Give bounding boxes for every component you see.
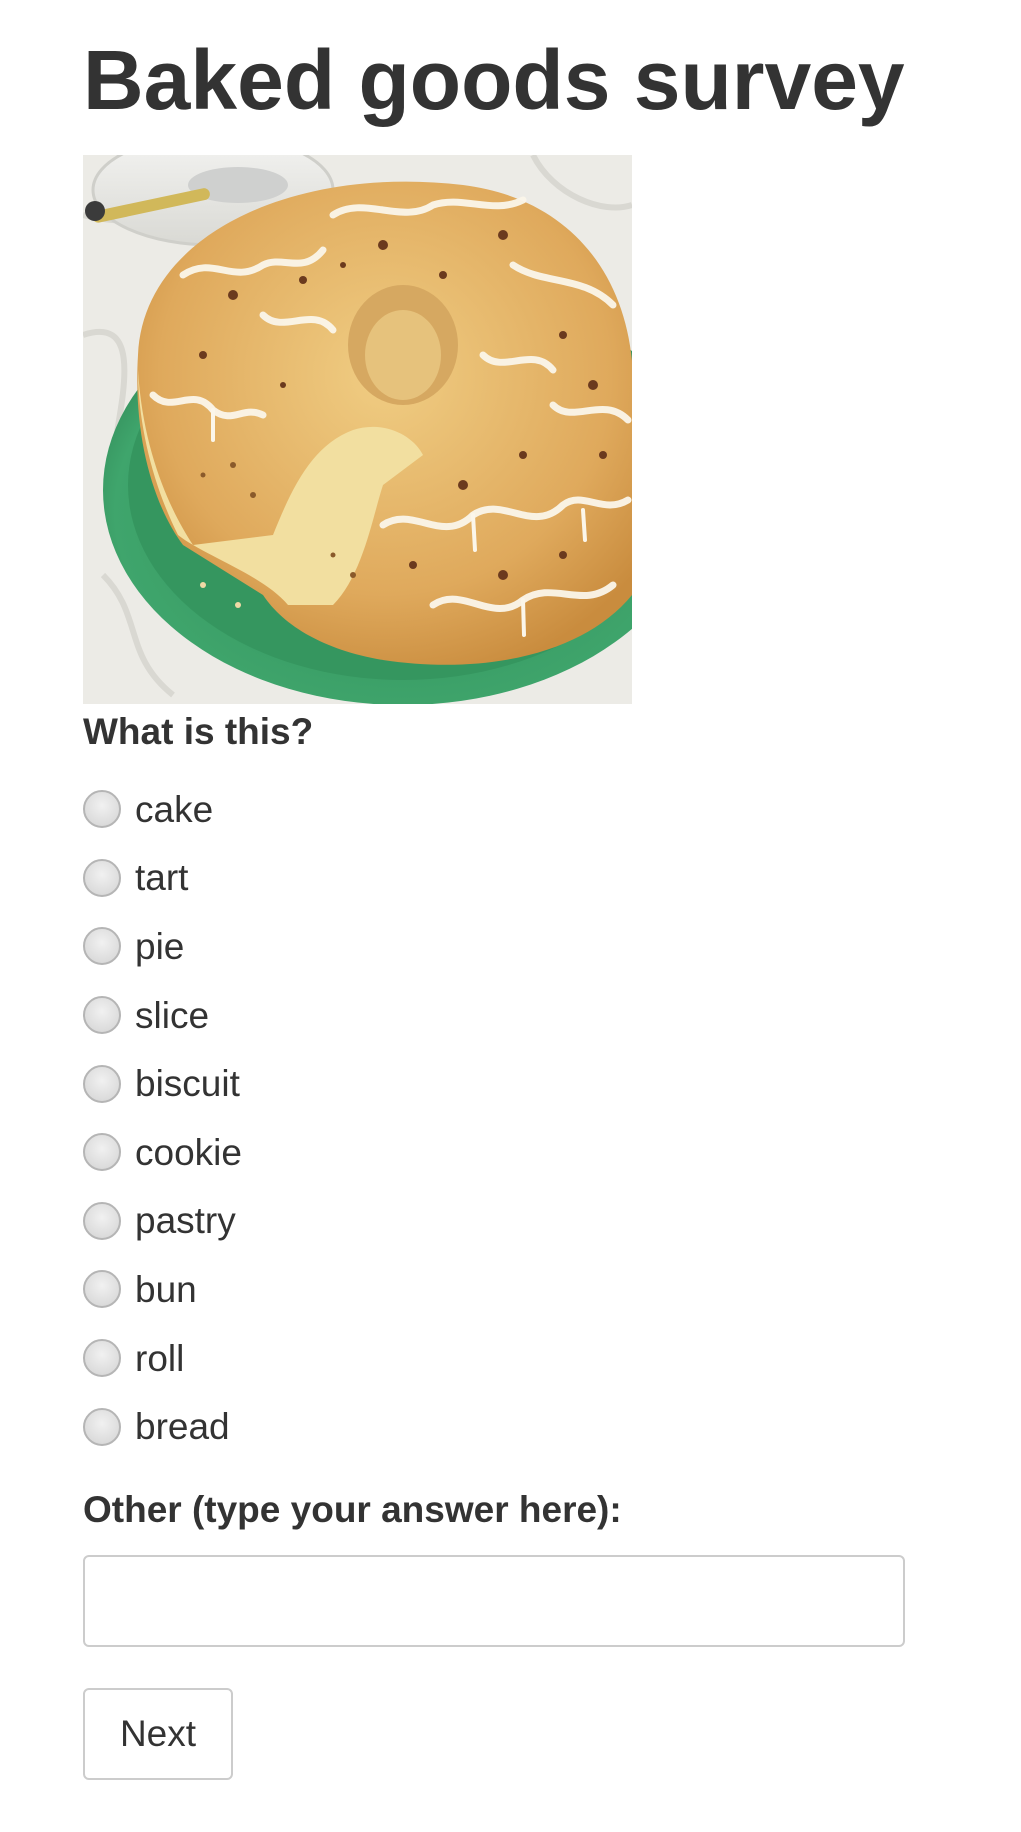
option-biscuit[interactable]: biscuit <box>83 1049 242 1118</box>
other-answer-input[interactable] <box>83 1555 905 1647</box>
radio-button[interactable] <box>83 1201 121 1240</box>
option-label[interactable]: cookie <box>135 1134 242 1171</box>
radio-button[interactable] <box>83 1339 121 1378</box>
option-label[interactable]: bread <box>135 1408 230 1445</box>
question-label: What is this? <box>83 711 314 752</box>
option-label[interactable]: cake <box>135 791 213 828</box>
option-cake[interactable]: cake <box>83 775 242 844</box>
option-roll[interactable]: roll <box>83 1324 242 1393</box>
option-label[interactable]: pie <box>135 928 184 965</box>
option-label[interactable]: tart <box>135 859 188 896</box>
radio-button[interactable] <box>83 1407 121 1446</box>
option-cookie[interactable]: cookie <box>83 1118 242 1187</box>
option-label[interactable]: biscuit <box>135 1065 240 1102</box>
option-pastry[interactable]: pastry <box>83 1187 242 1256</box>
option-tart[interactable]: tart <box>83 844 242 913</box>
option-pie[interactable]: pie <box>83 912 242 981</box>
option-slice[interactable]: slice <box>83 981 242 1050</box>
option-label[interactable]: slice <box>135 997 209 1034</box>
radio-button[interactable] <box>83 1270 121 1309</box>
radio-button[interactable] <box>83 1064 121 1103</box>
radio-button[interactable] <box>83 858 121 897</box>
option-label[interactable]: bun <box>135 1271 197 1308</box>
radio-button[interactable] <box>83 927 121 966</box>
radio-button[interactable] <box>83 1133 121 1172</box>
option-label[interactable]: roll <box>135 1340 184 1377</box>
option-label[interactable]: pastry <box>135 1202 236 1239</box>
next-button[interactable]: Next <box>83 1688 233 1780</box>
radio-button[interactable] <box>83 996 121 1035</box>
baked-goods-photo <box>83 155 632 704</box>
option-bread[interactable]: bread <box>83 1392 242 1461</box>
option-bun[interactable]: bun <box>83 1255 242 1324</box>
answer-options: cake tart pie slice biscuit cookie pastr… <box>83 775 242 1461</box>
radio-button[interactable] <box>83 790 121 829</box>
page-title: Baked goods survey <box>83 33 905 127</box>
other-answer-label: Other (type your answer here): <box>83 1489 622 1530</box>
